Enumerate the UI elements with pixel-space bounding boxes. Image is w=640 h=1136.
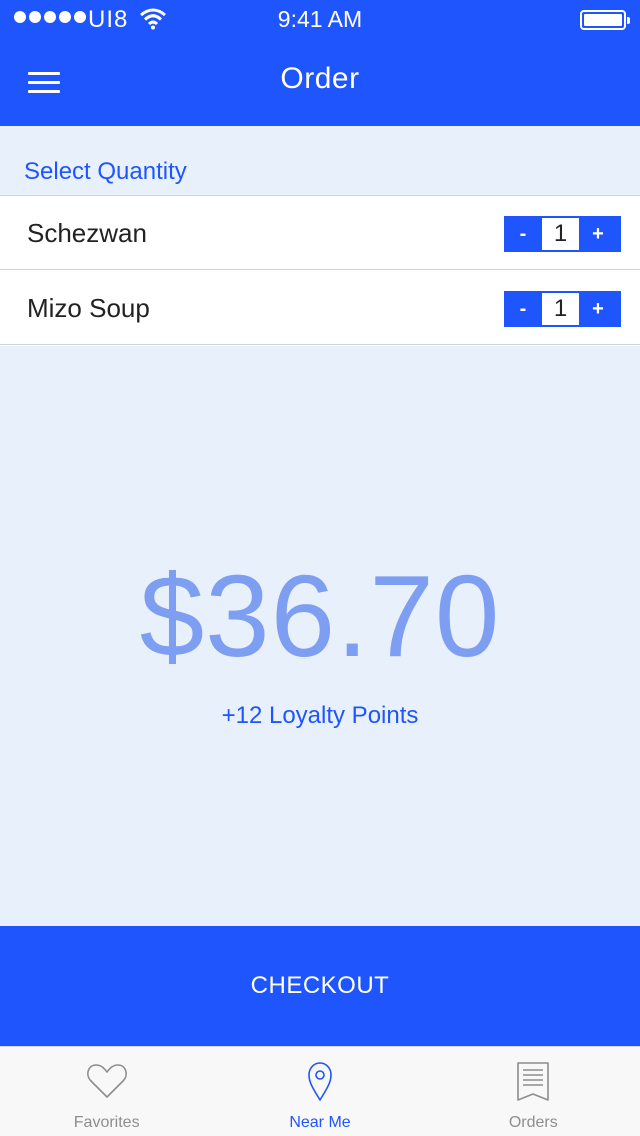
item-name: Mizo Soup [27, 293, 150, 323]
tab-favorites[interactable]: Favorites [0, 1047, 213, 1136]
map-pin-icon [308, 1062, 332, 1101]
tab-label: Favorites [73, 1114, 140, 1131]
checkout-button[interactable]: CHECKOUT [0, 926, 640, 1046]
tab-orders[interactable]: Orders [427, 1047, 640, 1136]
increment-button[interactable]: + [579, 291, 617, 327]
status-bar: UI8 9:41 AM [0, 0, 640, 40]
quantity-section-header: Select Quantity [0, 126, 640, 196]
quantity-value[interactable]: 1 [542, 218, 579, 250]
section-title: Select Quantity [24, 158, 187, 185]
decrement-button[interactable]: - [504, 291, 542, 327]
order-item-row: Mizo Soup - 1 + [0, 271, 640, 345]
item-name: Schezwan [27, 218, 147, 248]
quantity-stepper: - 1 + [504, 291, 621, 327]
page-title: Order [280, 62, 360, 95]
battery-icon [580, 10, 630, 30]
decrement-button[interactable]: - [504, 216, 542, 252]
order-total-panel: $36.70 +12 Loyalty Points [0, 346, 640, 926]
tab-near-me[interactable]: Near Me [213, 1047, 426, 1136]
tab-label: Orders [508, 1114, 558, 1131]
quantity-stepper: - 1 + [504, 216, 621, 252]
order-screen: UI8 9:41 AM Order Select Quantity Schezw… [0, 0, 640, 1136]
heart-icon [86, 1064, 127, 1098]
loyalty-points: +12 Loyalty Points [221, 702, 419, 729]
order-item-row: Schezwan - 1 + [0, 196, 640, 270]
receipt-icon [517, 1062, 550, 1101]
status-time: 9:41 AM [277, 6, 363, 32]
header: UI8 9:41 AM Order [0, 0, 640, 126]
increment-button[interactable]: + [579, 216, 617, 252]
tab-bar: Favorites Near Me Orders [0, 1046, 640, 1136]
total-amount: $36.70 [139, 551, 501, 681]
tab-label: Near Me [289, 1114, 351, 1131]
quantity-value[interactable]: 1 [542, 293, 579, 325]
